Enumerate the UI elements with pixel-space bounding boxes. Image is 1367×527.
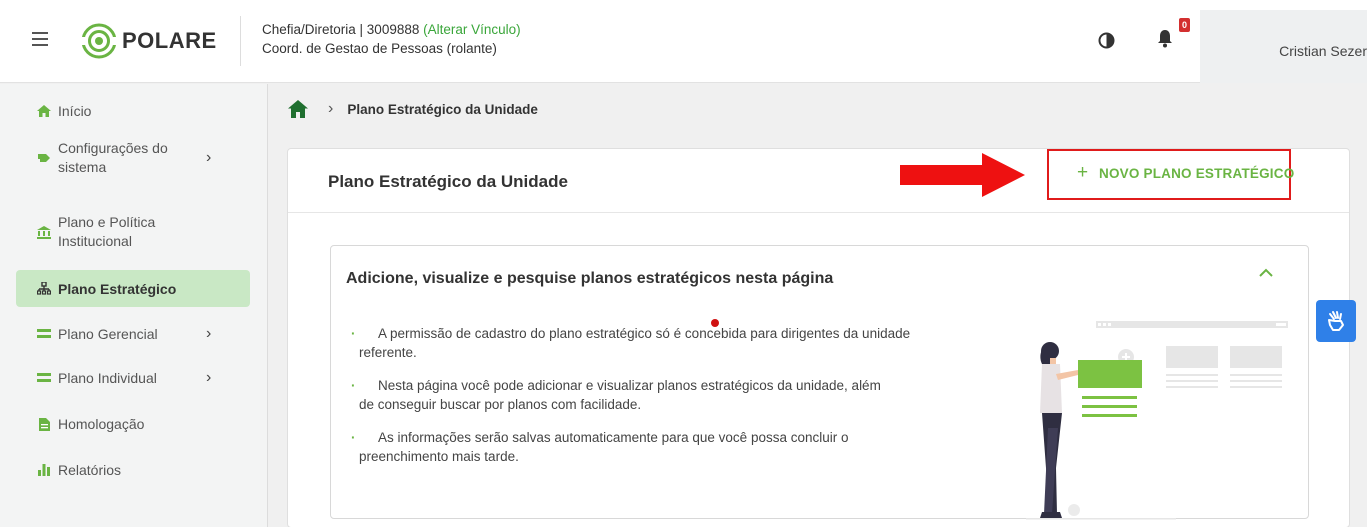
sidebar-item-label: Plano e Política — [58, 214, 156, 230]
chevron-right-icon: › — [206, 149, 212, 166]
contrast-icon[interactable] — [1098, 32, 1115, 49]
chevron-up-icon[interactable] — [1259, 268, 1273, 278]
card-header: Plano Estratégico da Unidade + NOVO PLAN… — [288, 149, 1349, 213]
polare-logo-icon — [80, 23, 118, 59]
list-item: · A permissão de cadastro do plano estra… — [331, 324, 971, 362]
sidebar: Início Configurações do sistema › Plano … — [0, 84, 268, 527]
page-title: Plano Estratégico da Unidade — [328, 172, 568, 191]
sidebar-item-plano-gerencial[interactable]: Plano Gerencial › — [16, 324, 250, 344]
notification-badge: 0 — [1179, 18, 1190, 32]
divider — [240, 16, 241, 66]
sitemap-icon — [36, 282, 52, 295]
sidebar-item-label-cont: sistema — [58, 159, 107, 175]
accessibility-button[interactable] — [1316, 300, 1356, 342]
sidebar-item-label: Configurações do — [58, 140, 168, 156]
chevron-right-icon: › — [328, 100, 334, 117]
bell-icon[interactable] — [1157, 29, 1173, 48]
sidebar-item-label: Plano Individual — [58, 370, 157, 386]
logo-text: POLARE — [122, 28, 217, 53]
new-plan-button[interactable]: + NOVO PLANO ESTRATÉGICO — [1047, 149, 1295, 200]
sidebar-item-label-cont: Institucional — [58, 233, 132, 249]
list-icon — [36, 373, 52, 383]
list-item: · As informações serão salvas automatica… — [331, 428, 971, 466]
illustration-image — [1026, 321, 1288, 520]
sidebar-item-label: Relatórios — [58, 462, 122, 478]
chevron-right-icon: › — [206, 369, 212, 386]
info-title: Adicione, visualize e pesquise planos es… — [346, 270, 834, 287]
new-plan-button-label: NOVO PLANO ESTRATÉGICO — [1099, 166, 1295, 181]
main-card: Plano Estratégico da Unidade + NOVO PLAN… — [287, 148, 1350, 527]
sidebar-item-configuracoes[interactable]: Configurações do sistema › — [16, 138, 250, 178]
home-icon — [36, 105, 52, 117]
alterar-vinculo-link[interactable]: (Alterar Vínculo) — [423, 22, 521, 37]
annotation-arrow-icon — [900, 153, 1025, 197]
bullet-dot: · — [351, 326, 356, 341]
bullet-text-cont: preenchimento mais tarde. — [359, 449, 519, 464]
bullet-text-cont: de conseguir buscar por planos com facil… — [359, 397, 642, 412]
bullet-text-cont: referente. — [359, 345, 417, 360]
sidebar-item-inicio[interactable]: Início — [16, 101, 250, 121]
sign-language-icon — [1328, 311, 1344, 331]
sidebar-item-plano-individual[interactable]: Plano Individual › — [16, 368, 250, 388]
chevron-right-icon: › — [206, 325, 212, 342]
sidebar-item-plano-estrategico[interactable]: Plano Estratégico — [16, 270, 250, 307]
user-menu[interactable]: Cristian Sezer — [1200, 10, 1367, 83]
plus-icon: + — [1077, 162, 1089, 183]
sidebar-item-label: Plano Gerencial — [58, 326, 158, 342]
file-icon — [36, 417, 52, 431]
top-bar: POLARE Chefia/Diretoria | 3009888 (Alter… — [0, 0, 1367, 83]
sidebar-item-label: Homologação — [58, 416, 145, 432]
sidebar-item-relatorios[interactable]: Relatórios — [16, 460, 250, 480]
home-icon[interactable] — [288, 100, 308, 118]
sidebar-item-plano-politica[interactable]: Plano e Política Institucional — [16, 212, 250, 252]
user-name: Cristian Sezer — [1279, 43, 1367, 59]
bullet-text: As informações serão salvas automaticame… — [378, 430, 849, 445]
bullet-text: A permissão de cadastro do plano estraté… — [378, 326, 911, 341]
vinculo-info: Chefia/Diretoria | 3009888 (Alterar Vínc… — [262, 20, 521, 58]
sidebar-item-label: Início — [58, 103, 92, 119]
vinculo-role: Chefia/Diretoria | 3009888 — [262, 22, 420, 37]
info-panel: Adicione, visualize e pesquise planos es… — [330, 245, 1309, 520]
list-item: · Nesta página você pode adicionar e vis… — [331, 376, 971, 414]
vinculo-unit: Coord. de Gestao de Pessoas (rolante) — [262, 41, 497, 56]
sidebar-item-label: Plano Estratégico — [58, 280, 177, 297]
tools-icon — [36, 152, 52, 164]
list-icon — [36, 329, 52, 339]
menu-icon[interactable] — [32, 32, 48, 46]
bullet-dot: · — [351, 430, 356, 445]
bullet-dot: · — [351, 378, 356, 393]
breadcrumb-current: Plano Estratégico da Unidade — [347, 101, 538, 117]
breadcrumb: › Plano Estratégico da Unidade — [288, 100, 538, 118]
bank-icon — [36, 225, 52, 239]
bullet-text: Nesta página você pode adicionar e visua… — [378, 378, 881, 393]
bar-chart-icon — [36, 464, 52, 476]
logo[interactable]: POLARE — [80, 22, 217, 60]
sidebar-item-homologacao[interactable]: Homologação — [16, 414, 250, 434]
